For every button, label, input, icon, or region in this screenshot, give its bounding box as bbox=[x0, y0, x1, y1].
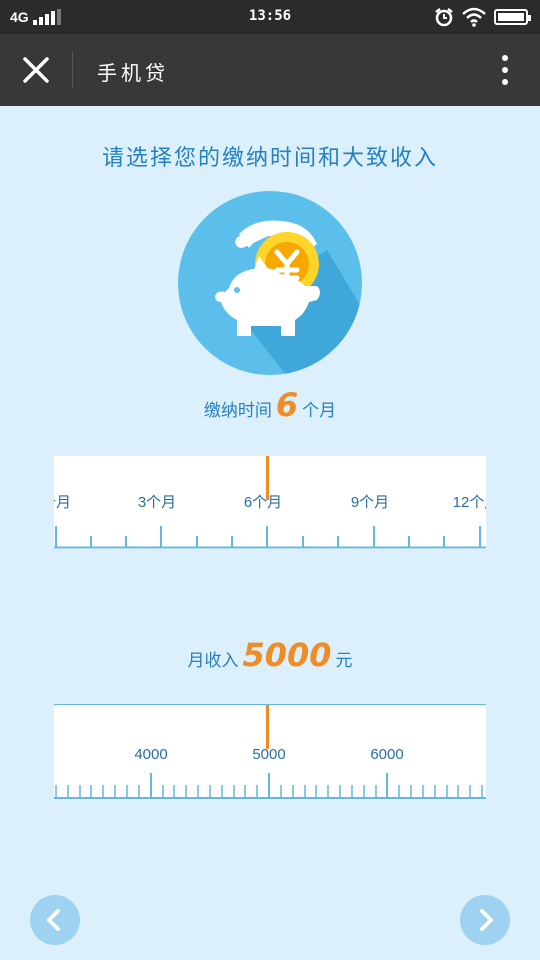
piggy-bank-icon bbox=[178, 191, 362, 375]
period-tick-label: 9个月 bbox=[351, 494, 389, 511]
period-label: 缴纳时间 6 个月 bbox=[0, 386, 540, 424]
income-slider[interactable]: 4000 5000 6000 bbox=[54, 704, 486, 799]
income-indicator[interactable] bbox=[266, 705, 269, 749]
page-title: 手机贷 bbox=[97, 61, 169, 85]
page-heading: 请选择您的缴纳时间和大致收入 bbox=[101, 146, 438, 171]
period-tick-label: 6个月 bbox=[244, 494, 282, 511]
wifi-icon bbox=[462, 7, 486, 27]
battery-icon bbox=[494, 9, 531, 25]
title-divider bbox=[72, 52, 73, 88]
period-label-prefix: 缴纳时间 bbox=[203, 401, 272, 421]
income-tick-label: 4000 bbox=[134, 746, 167, 763]
back-button[interactable] bbox=[30, 895, 80, 945]
period-indicator[interactable] bbox=[266, 456, 269, 500]
more-vertical-icon[interactable] bbox=[490, 52, 520, 88]
income-value: 5000 bbox=[242, 636, 332, 674]
period-tick-label: 个月 bbox=[54, 494, 71, 511]
income-label: 月收入 5000 元 bbox=[0, 636, 540, 674]
income-label-prefix: 月收入 bbox=[187, 651, 239, 671]
alarm-icon bbox=[435, 8, 453, 27]
income-label-suffix: 元 bbox=[335, 651, 353, 671]
period-tick-label: 12个月 bbox=[453, 494, 486, 511]
period-slider[interactable]: 个月 3个月 6个月 9个月 12个月 bbox=[54, 456, 486, 549]
close-icon[interactable] bbox=[14, 50, 58, 90]
chevron-right-icon bbox=[480, 909, 493, 931]
title-bar: 手机贷 bbox=[0, 34, 540, 106]
period-label-suffix: 个月 bbox=[302, 401, 337, 421]
period-value: 6 bbox=[275, 386, 299, 424]
chevron-left-icon bbox=[47, 909, 60, 931]
income-tick-label: 6000 bbox=[370, 746, 403, 763]
status-bar: 4G 13:56 bbox=[0, 0, 540, 34]
next-button[interactable] bbox=[460, 895, 510, 945]
period-minor-ticks bbox=[55, 526, 481, 548]
period-tick-label: 3个月 bbox=[138, 494, 176, 511]
